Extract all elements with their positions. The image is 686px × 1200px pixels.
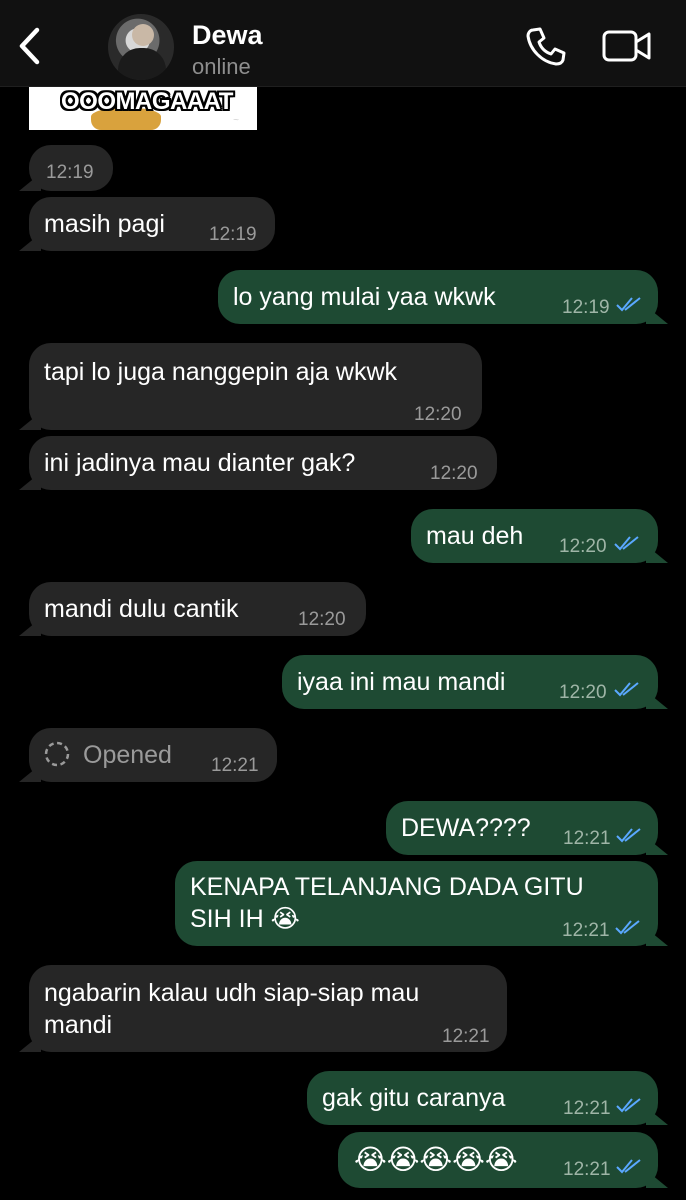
contact-name[interactable]: Dewa [192,20,263,51]
chat-header: Dewa online [0,0,686,87]
message-bubble-incoming[interactable]: mandi dulu cantik 12:20 [19,582,366,636]
message-text: ngabarin kalau udh siap-siap mau [44,979,420,1007]
video-call-button[interactable] [602,28,652,64]
message-time: 12:21 [563,1159,611,1180]
message-time: 12:20 [298,609,346,630]
message-bubble-outgoing[interactable]: 😭😭😭😭😭 12:21 [338,1132,668,1188]
message-text: 😭😭😭😭😭 [354,1144,518,1175]
message-time: 12:21 [563,828,611,849]
message-time: 12:19 [46,162,94,183]
message-text: SIH IH 😭 [190,905,300,933]
message-bubble-incoming-view-once[interactable]: Opened 12:21 [19,728,277,782]
message-text: mandi dulu cantik [44,595,239,623]
message-time: 12:20 [414,404,462,425]
voice-call-button[interactable] [524,24,568,68]
message-bubble-incoming[interactable]: 12:19 [19,145,113,191]
chevron-left-icon [19,27,40,65]
message-bubble-outgoing[interactable]: lo yang mulai yaa wkwk 12:19 [218,270,668,324]
message-bubble-outgoing[interactable]: DEWA???? 12:21 [386,801,668,855]
message-text: tapi lo juga nanggepin aja wkwk [44,358,398,386]
double-check-icon [616,828,641,843]
message-text: gak gitu caranya [322,1084,506,1112]
phone-icon [526,27,566,66]
message-time: 12:21 [211,755,259,776]
double-check-icon [614,536,639,551]
message-text: Opened [83,741,172,769]
message-text: ini jadinya mau dianter gak? [44,449,356,477]
message-time: 12:19 [562,297,610,318]
message-text: lo yang mulai yaa wkwk [233,283,496,311]
message-time: 12:21 [442,1026,490,1047]
message-text: mandi [44,1011,113,1039]
back-button[interactable] [10,22,50,70]
message-bubble-outgoing[interactable]: mau deh 12:20 [411,509,668,563]
message-text: mau deh [426,522,524,550]
message-bubble-incoming[interactable]: masih pagi 12:19 [19,197,275,251]
message-bubble-outgoing[interactable]: iyaa ini mau mandi 12:20 [282,655,668,709]
message-bubble-incoming[interactable]: ini jadinya mau dianter gak? 12:20 [19,436,497,490]
message-text: KENAPA TELANJANG DADA GITU [190,873,584,901]
message-bubble-outgoing[interactable]: KENAPA TELANJANG DADA GITU SIH IH 😭 12:2… [175,861,668,946]
sticker-image[interactable]: OOOMAGAAAT ~ [29,86,257,130]
double-check-icon [615,920,640,935]
message-time: 12:19 [209,224,257,245]
message-bubble-outgoing[interactable]: gak gitu caranya 12:21 [307,1071,668,1125]
double-check-icon [616,297,641,312]
double-check-icon [616,1098,641,1113]
video-camera-icon [602,30,651,62]
contact-status: online [192,54,251,79]
message-time: 12:21 [563,1098,611,1119]
double-check-icon [616,1159,641,1174]
contact-avatar[interactable] [108,14,174,80]
sticker-text: OOOMAGAAAT [61,88,233,115]
message-time: 12:20 [430,463,478,484]
message-text: DEWA???? [401,814,531,842]
message-time: 12:21 [562,920,610,941]
view-once-opened-icon [44,741,70,767]
message-text: masih pagi [44,210,165,238]
message-text: iyaa ini mau mandi [297,668,506,696]
message-bubble-incoming[interactable]: ngabarin kalau udh siap-siap mau mandi 1… [19,965,507,1052]
message-time: 12:20 [559,682,607,703]
message-bubble-incoming[interactable]: tapi lo juga nanggepin aja wkwk 12:20 [19,343,482,430]
double-check-icon [614,682,639,697]
message-time: 12:20 [559,536,607,557]
